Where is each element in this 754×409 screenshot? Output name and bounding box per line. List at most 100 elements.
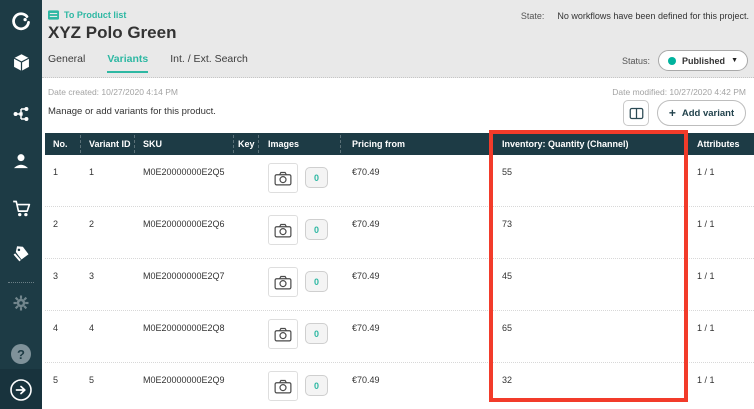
cell-attributes: 1 / 1 <box>697 167 715 177</box>
status-dropdown[interactable]: Published ▼ <box>658 50 748 71</box>
col-header-key: Key <box>238 133 255 155</box>
image-count-badge: 0 <box>305 375 328 396</box>
cell-sku: M0E20000000E2Q5 <box>143 167 225 177</box>
col-header-sku: SKU <box>143 133 162 155</box>
cell-attributes: 1 / 1 <box>697 219 715 229</box>
products-icon[interactable] <box>0 49 42 75</box>
cell-inventory: 45 <box>502 271 512 281</box>
support-icon[interactable]: ? <box>0 341 42 367</box>
tab-general[interactable]: General <box>48 53 85 73</box>
state-label: State: <box>521 11 545 21</box>
tab-variants[interactable]: Variants <box>107 53 148 73</box>
cell-no: 3 <box>53 271 58 281</box>
table-header: No. Variant ID SKU Key Images Pricing fr… <box>45 133 754 155</box>
add-image-button[interactable] <box>268 371 298 401</box>
variant-table-row[interactable]: 1 1 M0E20000000E2Q5 0 €70.49 55 1 / 1 <box>45 155 754 207</box>
add-image-button[interactable] <box>268 215 298 245</box>
app-window: ? To Product list XYZ Polo Green General… <box>0 0 754 409</box>
cell-attributes: 1 / 1 <box>697 323 715 333</box>
cell-sku: M0E20000000E2Q7 <box>143 271 225 281</box>
table-body: 1 1 M0E20000000E2Q5 0 €70.49 55 1 / 1 2 … <box>45 155 754 409</box>
cell-variant-id: 4 <box>89 323 94 333</box>
sidebar-divider <box>8 282 34 283</box>
cell-sku: M0E20000000E2Q8 <box>143 323 225 333</box>
image-count-badge: 0 <box>305 323 328 344</box>
cell-variant-id: 2 <box>89 219 94 229</box>
cell-pricing: €70.49 <box>352 219 380 229</box>
col-header-inventory: Inventory: Quantity (Channel) <box>502 133 629 155</box>
sidebar: ? <box>0 0 42 409</box>
cell-inventory: 32 <box>502 375 512 385</box>
customers-icon[interactable] <box>0 148 42 174</box>
variant-table-row[interactable]: 2 2 M0E20000000E2Q6 0 €70.49 73 1 / 1 <box>45 207 754 259</box>
add-image-button[interactable] <box>268 163 298 193</box>
status-label: Status: <box>622 56 650 66</box>
col-header-attributes: Attributes <box>697 133 740 155</box>
date-created: Date created: 10/27/2020 4:14 PM <box>48 87 178 97</box>
cell-no: 2 <box>53 219 58 229</box>
column-settings-button[interactable] <box>623 100 649 126</box>
sidebar-footer <box>0 369 42 409</box>
page-header: To Product list XYZ Polo Green General V… <box>42 0 754 78</box>
header-divider <box>340 135 341 153</box>
cell-attributes: 1 / 1 <box>697 375 715 385</box>
variants-description: Manage or add variants for this product. <box>48 106 216 117</box>
workflow-state: State: No workflows have been defined fo… <box>521 11 749 21</box>
header-divider <box>687 135 688 153</box>
columns-icon <box>629 107 644 120</box>
cell-variant-id: 3 <box>89 271 94 281</box>
add-image-button[interactable] <box>268 267 298 297</box>
col-header-images: Images <box>268 133 299 155</box>
published-status-dot-icon <box>668 57 676 65</box>
camera-icon <box>274 171 292 186</box>
cell-variant-id: 5 <box>89 375 94 385</box>
discounts-icon[interactable] <box>0 241 42 267</box>
add-variant-label: Add variant <box>682 108 734 119</box>
cell-attributes: 1 / 1 <box>697 271 715 281</box>
add-image-button[interactable] <box>268 319 298 349</box>
cell-sku: M0E20000000E2Q6 <box>143 219 225 229</box>
date-modified: Date modified: 10/27/2020 4:42 PM <box>612 87 746 97</box>
variant-table-row[interactable]: 5 5 M0E20000000E2Q9 0 €70.49 32 1 / 1 <box>45 363 754 409</box>
cell-inventory: 65 <box>502 323 512 333</box>
plus-icon: + <box>669 107 676 119</box>
list-icon <box>48 10 59 20</box>
page-title: XYZ Polo Green <box>48 23 176 43</box>
orders-icon[interactable] <box>0 195 42 221</box>
cell-inventory: 73 <box>502 219 512 229</box>
cell-inventory: 55 <box>502 167 512 177</box>
cell-pricing: €70.49 <box>352 167 380 177</box>
header-divider <box>233 135 234 153</box>
header-divider <box>258 135 259 153</box>
settings-gear-icon[interactable] <box>0 290 42 316</box>
status-row: Status: Published ▼ <box>622 50 748 71</box>
cell-no: 5 <box>53 375 58 385</box>
camera-icon <box>274 275 292 290</box>
variant-table-row[interactable]: 3 3 M0E20000000E2Q7 0 €70.49 45 1 / 1 <box>45 259 754 311</box>
state-value: No workflows have been defined for this … <box>557 11 749 21</box>
image-count-badge: 0 <box>305 219 328 240</box>
cell-pricing: €70.49 <box>352 271 380 281</box>
cell-pricing: €70.49 <box>352 323 380 333</box>
status-value: Published <box>682 56 725 66</box>
col-header-pricing: Pricing from <box>352 133 405 155</box>
back-link-label: To Product list <box>64 10 126 20</box>
add-variant-button[interactable]: + Add variant <box>657 100 746 126</box>
camera-icon <box>274 379 292 394</box>
expand-arrow-icon[interactable] <box>0 377 42 403</box>
categories-icon[interactable] <box>0 101 42 127</box>
tab-bar: General Variants Int. / Ext. Search <box>48 53 248 73</box>
camera-icon <box>274 223 292 238</box>
col-header-no: No. <box>53 133 68 155</box>
cell-sku: M0E20000000E2Q9 <box>143 375 225 385</box>
header-divider <box>491 135 492 153</box>
chevron-down-icon: ▼ <box>731 57 738 64</box>
header-divider <box>134 135 135 153</box>
header-divider <box>80 135 81 153</box>
col-header-variant-id: Variant ID <box>89 133 131 155</box>
variant-table-row[interactable]: 4 4 M0E20000000E2Q8 0 €70.49 65 1 / 1 <box>45 311 754 363</box>
tab-int-ext-search[interactable]: Int. / Ext. Search <box>170 53 248 73</box>
back-to-product-list-link[interactable]: To Product list <box>48 10 126 20</box>
cell-pricing: €70.49 <box>352 375 380 385</box>
logo-icon[interactable] <box>0 8 42 34</box>
